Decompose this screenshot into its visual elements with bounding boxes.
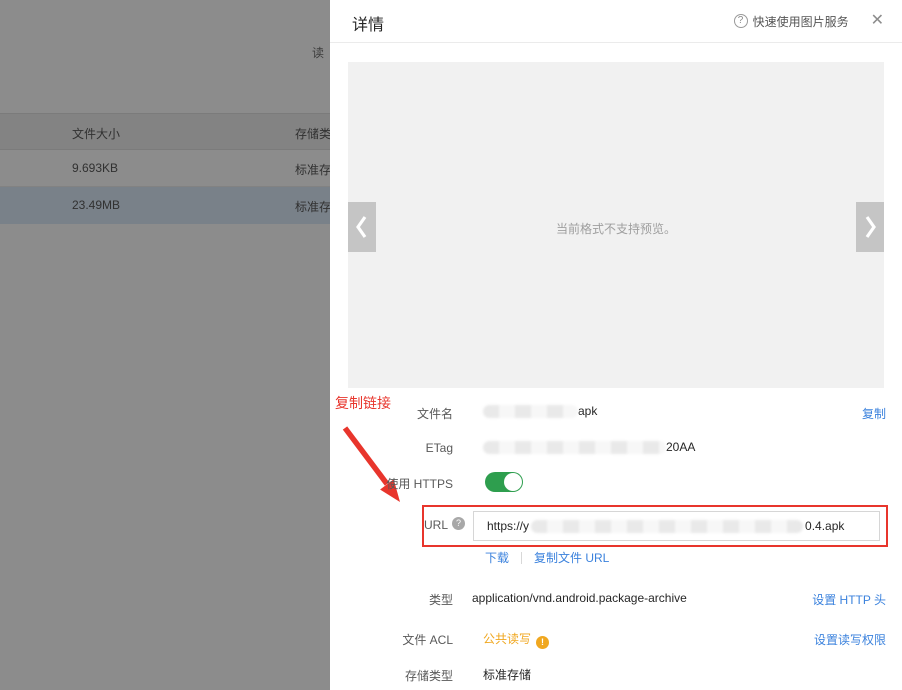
- url-input[interactable]: https://y0.4.apk: [473, 511, 880, 541]
- url-actions: 下载 复制文件 URL: [485, 549, 609, 566]
- acl-value: 公共读写!: [483, 630, 549, 649]
- redacted-filename: [483, 405, 578, 418]
- panel-header: 详情 ? 快速使用图片服务 ✕: [330, 0, 902, 43]
- divider: [521, 552, 522, 564]
- next-file-button[interactable]: [856, 202, 884, 252]
- use-https-label: 使用 HTTPS: [330, 475, 453, 492]
- type-value: application/vnd.android.package-archive: [472, 591, 687, 605]
- copy-file-url-link[interactable]: 复制文件 URL: [534, 549, 609, 566]
- detail-panel: 详情 ? 快速使用图片服务 ✕ 当前格式不支持预览。: [330, 0, 902, 690]
- redacted-etag: [483, 441, 666, 454]
- preview-unsupported-message: 当前格式不支持预览。: [348, 220, 884, 237]
- toggle-knob: [504, 473, 522, 491]
- annotation-arrow-icon: [338, 424, 408, 510]
- etag-value: 20AA: [483, 440, 695, 454]
- url-help-icon[interactable]: ?: [452, 517, 465, 530]
- type-label: 类型: [330, 591, 453, 608]
- chevron-right-icon: [861, 212, 879, 242]
- set-acl-link[interactable]: 设置读写权限: [814, 631, 886, 648]
- storage-type-label: 存储类型: [330, 667, 453, 684]
- panel-title: 详情: [352, 11, 384, 35]
- copy-filename-link[interactable]: 复制: [862, 405, 886, 422]
- quick-image-service-link[interactable]: ? 快速使用图片服务: [734, 13, 849, 30]
- https-toggle[interactable]: [485, 472, 523, 492]
- storage-type-value: 标准存储: [483, 666, 531, 683]
- quick-image-service-label: 快速使用图片服务: [753, 13, 849, 30]
- etag-label: ETag: [330, 441, 453, 455]
- file-acl-label: 文件 ACL: [330, 631, 453, 648]
- question-circle-icon: ?: [734, 14, 748, 28]
- download-link[interactable]: 下载: [485, 549, 509, 566]
- warning-icon: !: [536, 636, 549, 649]
- screen: 读 文件大小 存储类型 9.693KB 标准存储 23.49MB 标准存储 详情…: [0, 0, 902, 690]
- set-http-header-link[interactable]: 设置 HTTP 头: [812, 591, 886, 608]
- filename-value: apk: [483, 404, 597, 418]
- close-icon[interactable]: ✕: [863, 12, 884, 30]
- redacted-url: [531, 520, 803, 533]
- previous-file-button[interactable]: [348, 202, 376, 252]
- url-label: URL: [330, 518, 448, 532]
- file-preview-area: 当前格式不支持预览。: [348, 62, 884, 388]
- filename-label: 文件名: [330, 405, 453, 422]
- chevron-left-icon: [353, 212, 371, 242]
